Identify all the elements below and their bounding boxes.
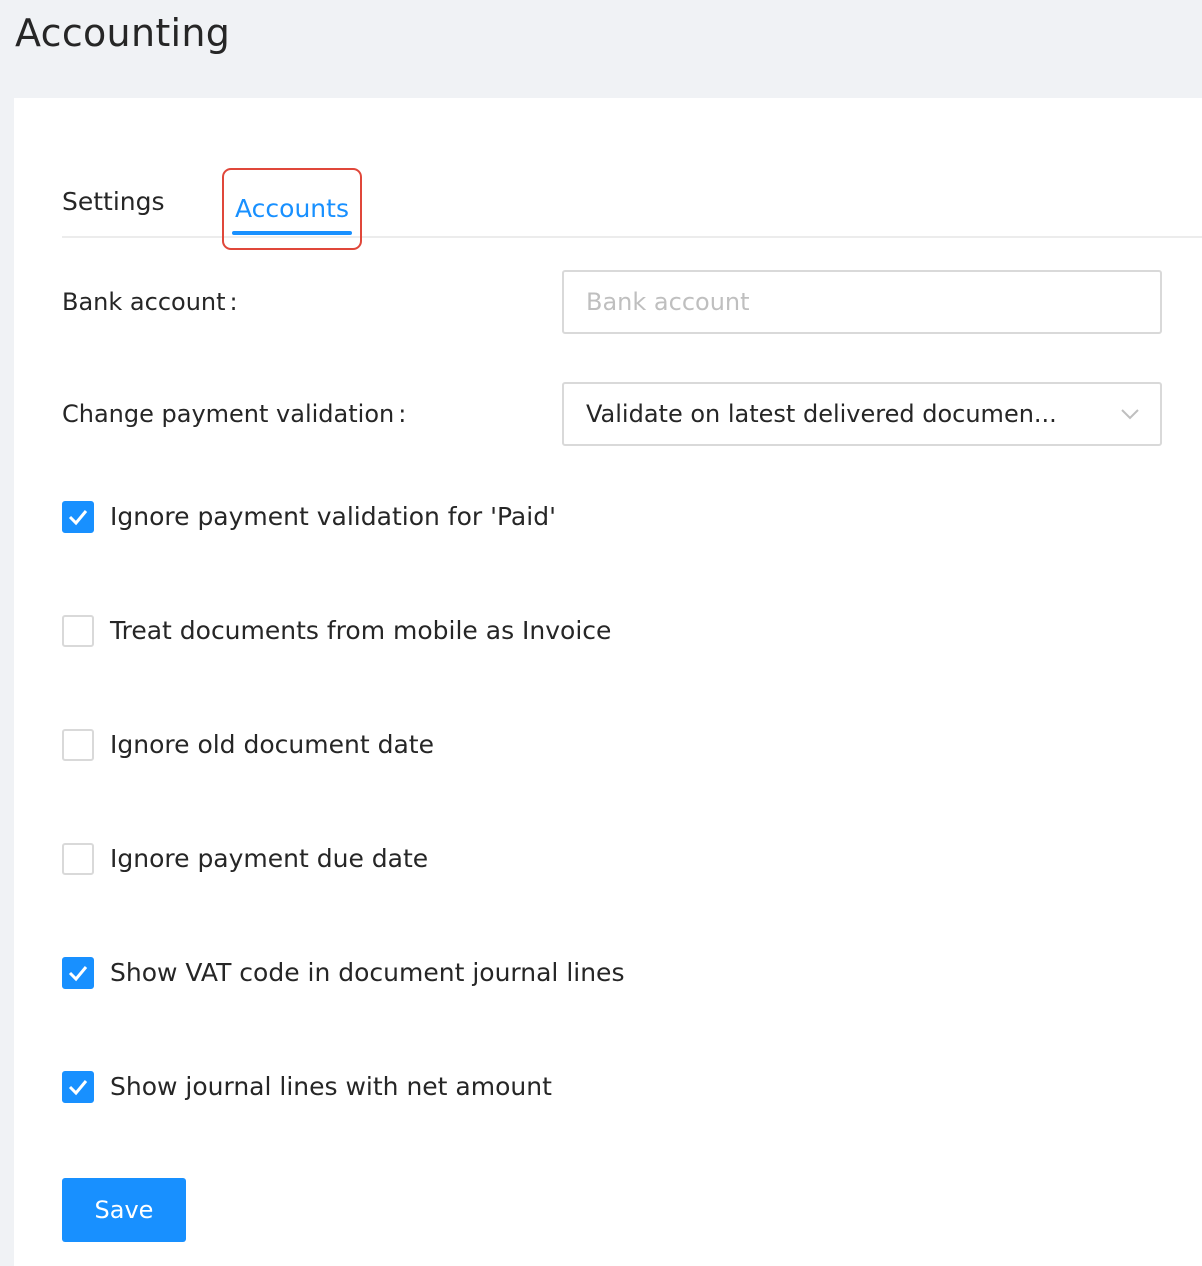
save-button[interactable]: Save [62, 1178, 186, 1242]
change-payment-validation-label: Change payment validation: [62, 398, 406, 430]
active-tab-indicator [232, 231, 352, 235]
checkbox-label: Ignore payment due date [110, 844, 429, 873]
checkbox-box[interactable] [62, 615, 94, 647]
tab-accounts[interactable]: Accounts [222, 168, 362, 250]
checkbox-treat-mobile-as-invoice[interactable]: Treat documents from mobile as Invoice [62, 613, 862, 649]
bank-account-label-text: Bank account [62, 288, 226, 316]
checkbox-box[interactable] [62, 501, 94, 533]
checkbox-box[interactable] [62, 1071, 94, 1103]
checkbox-label: Treat documents from mobile as Invoice [110, 616, 612, 645]
checkbox-show-journal-net-amount[interactable]: Show journal lines with net amount [62, 1069, 862, 1105]
bank-account-label: Bank account: [62, 286, 238, 318]
checkbox-box[interactable] [62, 729, 94, 761]
payment-validation-selected-value: Validate on latest delivered documen... [586, 400, 1057, 428]
checkbox-label: Ignore old document date [110, 730, 434, 759]
checkbox-ignore-payment-due-date[interactable]: Ignore payment due date [62, 841, 862, 877]
check-icon [68, 510, 88, 526]
checkbox-ignore-payment-validation-paid[interactable]: Ignore payment validation for 'Paid' [62, 499, 862, 535]
tab-accounts-label: Accounts [235, 194, 349, 223]
chevron-down-icon [1120, 404, 1140, 424]
tab-settings[interactable]: Settings [62, 168, 166, 236]
checkbox-label: Show journal lines with net amount [110, 1072, 552, 1101]
settings-card: Settings Accounts Bank account: Change p… [14, 98, 1202, 1266]
checkbox-label: Ignore payment validation for 'Paid' [110, 502, 556, 531]
checkbox-box[interactable] [62, 957, 94, 989]
checkbox-ignore-old-document-date[interactable]: Ignore old document date [62, 727, 862, 763]
check-icon [68, 966, 88, 982]
page-title: Accounting [15, 11, 231, 55]
check-icon [68, 1080, 88, 1096]
payment-validation-select[interactable]: Validate on latest delivered documen... [562, 382, 1162, 446]
change-payment-validation-label-colon: : [398, 400, 407, 428]
checkbox-show-vat-code[interactable]: Show VAT code in document journal lines [62, 955, 862, 991]
checkbox-box[interactable] [62, 843, 94, 875]
bank-account-label-colon: : [229, 288, 238, 316]
checkbox-label: Show VAT code in document journal lines [110, 958, 625, 987]
bank-account-input[interactable] [562, 270, 1162, 334]
tab-bar: Settings Accounts [62, 168, 1202, 250]
change-payment-validation-label-text: Change payment validation [62, 400, 395, 428]
